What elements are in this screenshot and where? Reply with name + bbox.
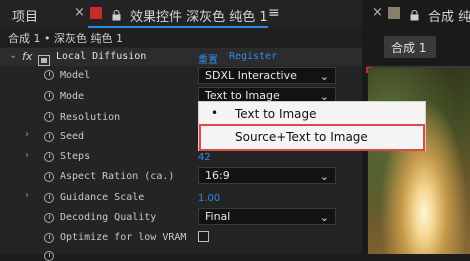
close-icon[interactable]: × xyxy=(372,5,383,20)
aspect-dropdown[interactable]: 16:9 ⌄ xyxy=(198,167,336,184)
stopwatch-icon[interactable] xyxy=(44,132,54,142)
breadcrumb: 合成 1 • 深灰色 纯色 1 xyxy=(8,32,123,45)
stopwatch-icon[interactable] xyxy=(44,213,54,223)
comp-tab-button[interactable]: 合成 1 xyxy=(384,36,436,58)
model-dropdown[interactable]: SDXL Interactive ⌄ xyxy=(198,67,336,84)
steps-value[interactable]: 42 xyxy=(198,152,211,163)
chevron-down-icon: ⌄ xyxy=(319,170,329,183)
model-label: Model xyxy=(60,70,91,81)
stopwatch-icon[interactable] xyxy=(44,251,54,261)
aspect-label: Aspect Ration (ca.) xyxy=(60,171,175,182)
close-icon[interactable]: × xyxy=(74,5,85,20)
selected-bullet-icon: • xyxy=(211,106,219,120)
chevron-down-icon: ⌄ xyxy=(319,211,329,224)
stopwatch-icon[interactable] xyxy=(44,172,54,182)
decoding-label: Decoding Quality xyxy=(60,212,157,223)
highlight-box xyxy=(199,124,425,151)
stopwatch-icon[interactable] xyxy=(44,152,54,162)
chevron-right-icon[interactable]: › xyxy=(25,129,29,140)
stopwatch-icon[interactable] xyxy=(44,70,54,80)
effect-name: Local Diffusion xyxy=(56,51,147,62)
effect-header-row xyxy=(0,48,362,66)
stopwatch-icon[interactable] xyxy=(44,112,54,122)
reset-link[interactable]: 重置 xyxy=(198,51,218,66)
lock-icon[interactable] xyxy=(410,6,419,21)
comp-color-swatch xyxy=(388,7,400,19)
stopwatch-icon[interactable] xyxy=(44,233,54,243)
seed-label: Seed xyxy=(60,131,85,142)
tab-composition[interactable]: 合成 纯 xyxy=(428,6,470,25)
optimize-label: Optimize for low VRAM xyxy=(60,232,187,243)
register-link[interactable]: Register xyxy=(229,51,277,62)
chevron-down-icon: ⌄ xyxy=(319,70,329,83)
fx-toggle[interactable]: fx xyxy=(22,50,32,63)
aspect-value: 16:9 xyxy=(205,169,230,182)
stopwatch-icon[interactable] xyxy=(44,91,54,101)
panel-menu-icon[interactable]: ≡ xyxy=(268,5,280,21)
layer-icon[interactable] xyxy=(38,51,50,66)
popup-item-label: Text to Image xyxy=(235,107,317,121)
mode-label: Mode xyxy=(60,91,85,102)
model-value: SDXL Interactive xyxy=(205,69,297,82)
resolution-label: Resolution xyxy=(60,112,121,123)
decoding-value: Final xyxy=(205,210,231,223)
tab-effect-controls[interactable]: 效果控件 深灰色 纯色 1 xyxy=(130,6,268,25)
chevron-down-icon[interactable]: ⌄ xyxy=(9,50,17,61)
chevron-right-icon[interactable]: › xyxy=(25,150,29,161)
decoding-dropdown[interactable]: Final ⌄ xyxy=(198,208,336,225)
layer-color-swatch xyxy=(90,7,102,19)
guidance-value[interactable]: 1.00 xyxy=(198,193,220,204)
lock-icon[interactable] xyxy=(112,6,121,21)
popup-item-text-to-image[interactable]: • Text to Image xyxy=(199,103,425,125)
guidance-label: Guidance Scale xyxy=(60,192,145,203)
chevron-right-icon[interactable]: › xyxy=(25,190,29,201)
stopwatch-icon[interactable] xyxy=(44,193,54,203)
composition-preview-image xyxy=(368,68,470,254)
tab-project[interactable]: 项目 xyxy=(12,6,38,25)
steps-label: Steps xyxy=(60,151,91,162)
optimize-checkbox[interactable] xyxy=(198,231,209,242)
comp-tab-label: 合成 1 xyxy=(391,41,427,55)
